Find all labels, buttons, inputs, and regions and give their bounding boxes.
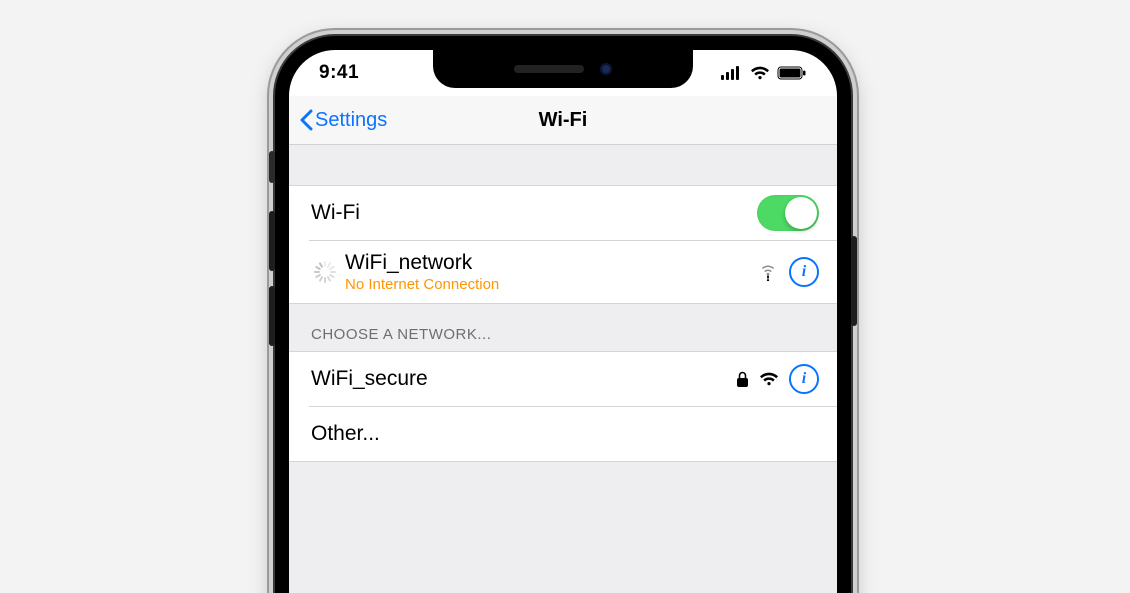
wifi-toggle-label: Wi-Fi: [311, 201, 757, 225]
wifi-toggle[interactable]: [757, 195, 819, 231]
power-button: [851, 236, 857, 326]
page-title: Wi-Fi: [539, 109, 588, 132]
connected-network-row[interactable]: WiFi_network No Internet Connection: [309, 240, 837, 303]
notch: [433, 50, 693, 88]
network-name: WiFi_secure: [311, 367, 736, 391]
settings-content: Wi-Fi WiFi_network: [289, 145, 837, 593]
spinner-icon: [314, 261, 336, 283]
chevron-left-icon: [299, 109, 313, 131]
earpiece-speaker: [514, 65, 584, 73]
connected-network-status: No Internet Connection: [345, 276, 757, 293]
wifi-toggle-section: Wi-Fi WiFi_network: [289, 185, 837, 304]
screen: 9:41: [289, 50, 837, 593]
info-button[interactable]: i: [789, 364, 819, 394]
networks-section: WiFi_secure: [289, 351, 837, 462]
back-label: Settings: [315, 109, 387, 132]
other-network-row[interactable]: Other...: [309, 406, 837, 461]
nav-bar: Settings Wi-Fi: [289, 96, 837, 145]
wifi-toggle-row[interactable]: Wi-Fi: [289, 186, 837, 240]
back-button[interactable]: Settings: [299, 96, 387, 144]
other-label: Other...: [311, 422, 819, 446]
volume-down-button: [269, 286, 275, 346]
phone-frame: 9:41: [275, 36, 851, 593]
network-row[interactable]: WiFi_secure: [289, 352, 837, 406]
info-button[interactable]: i: [789, 257, 819, 287]
mute-switch: [269, 151, 275, 183]
wifi-signal-icon: [759, 372, 779, 386]
volume-up-button: [269, 211, 275, 271]
toggle-knob: [785, 197, 817, 229]
cellular-signal-icon: [721, 66, 743, 80]
lock-icon: [736, 371, 749, 388]
choose-network-header: CHOOSE A NETWORK...: [289, 304, 837, 351]
wifi-warning-icon: [757, 263, 779, 281]
battery-icon: [777, 66, 807, 80]
connected-network-name: WiFi_network: [345, 251, 757, 275]
front-camera: [600, 63, 612, 75]
status-time: 9:41: [319, 62, 359, 84]
wifi-icon: [750, 66, 770, 80]
